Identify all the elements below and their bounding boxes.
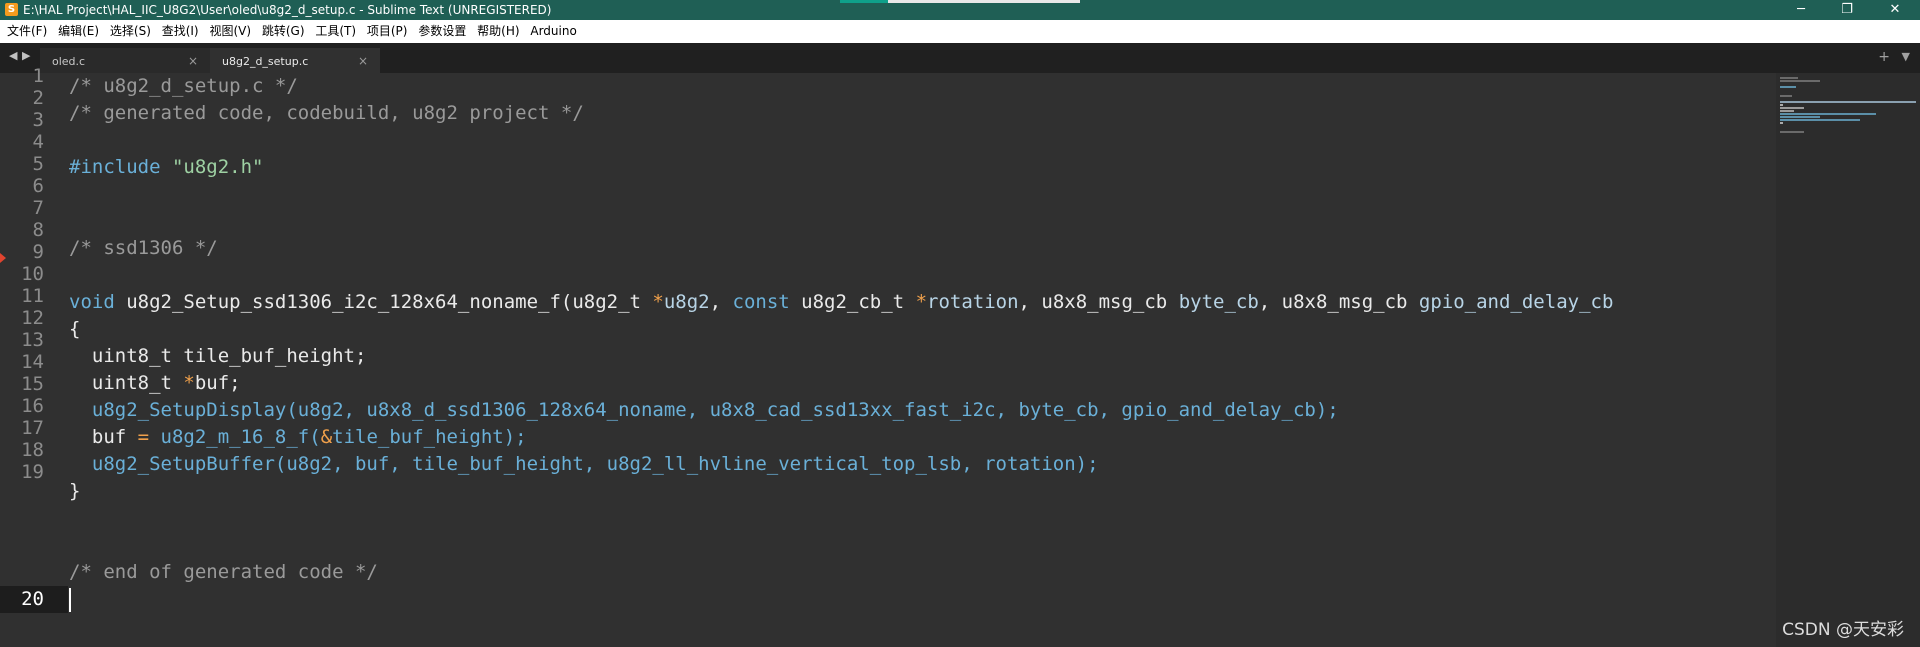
sublime-app-icon: S [5,3,18,16]
param-name: byte_cb [1178,291,1259,313]
minimap-line [1780,104,1783,106]
minimap-line [1780,110,1794,112]
param-name: rotation [927,291,1019,313]
code-line-1: /* u8g2_d_setup.c */ [69,75,298,97]
title-accent-right [888,0,1080,3]
keyword-const: const [732,291,790,313]
menu-help[interactable]: 帮助(H) [477,20,519,43]
code-line-12: uint8_t *buf; [69,370,241,397]
menu-project[interactable]: 项目(P) [367,20,408,43]
minimap-line [1780,131,1804,133]
code-token: ( [309,426,321,448]
menu-find[interactable]: 查找(I) [162,20,199,43]
code-line-2: /* generated code, codebuild, u8g2 proje… [69,102,584,124]
tab-label: u8g2_d_setup.c [222,55,309,68]
code-line-10: { [69,318,81,340]
code-token: tile_buf_height); [332,426,527,448]
minimap-line [1780,113,1876,115]
menu-view[interactable]: 视图(V) [209,20,251,43]
function-call: u8g2_m_16_8_f [149,426,310,448]
menu-bar: 文件(F) 编辑(E) 选择(S) 查找(I) 视图(V) 跳转(G) 工具(T… [0,20,1920,43]
code-token: (u8g2, u8x8_d_ssd1306_128x64_noname, u8x… [286,399,1339,421]
menu-file[interactable]: 文件(F) [7,20,47,43]
menu-edit[interactable]: 编辑(E) [58,20,99,43]
minimap-line [1780,86,1796,88]
tab-list-icon[interactable]: ▼ [1902,50,1910,63]
line-number-active: 20 [21,588,44,610]
code-line-9: void u8g2_Setup_ssd1306_i2c_128x64_nonam… [69,289,1613,316]
minimap-line [1780,77,1798,79]
code-token: , u8x8_msg_cb [1018,291,1179,313]
code-token: buf; [194,372,241,394]
code-line-13: u8g2_SetupDisplay(u8g2, u8x8_d_ssd1306_1… [69,397,1339,424]
function-name: u8g2_Setup_ssd1306_i2c_128x64_noname_f [114,291,561,313]
text-cursor [69,588,71,612]
minimap-line [1780,116,1820,118]
code-token: uint8_t [69,372,184,394]
tab-forward-icon[interactable]: ▶ [22,49,30,62]
tab-oled-c[interactable]: oled.c × [40,48,210,73]
code-line-4: #include "u8g2.h" [69,154,263,181]
minimap[interactable] [1776,73,1920,647]
minimize-button[interactable]: ─ [1778,0,1824,20]
pointer-operator: * [652,291,664,313]
keyword-void: void [69,291,115,313]
pointer-operator: * [183,372,195,394]
code-editor[interactable]: 1 2 3 4 5 6 7 8 9 10 11 12 13 14 15 16 1… [0,65,1776,647]
preprocessor-directive: #include [69,156,172,178]
code-line-14: buf = u8g2_m_16_8_f(&tile_buf_height); [69,424,527,451]
assign-operator: = [137,426,150,448]
minimap-line [1780,95,1792,97]
menu-preferences[interactable]: 参数设置 [418,20,466,43]
minimap-line [1780,101,1916,103]
include-string: "u8g2.h" [171,156,264,178]
minimap-line [1780,119,1860,121]
tab-u8g2-d-setup-c[interactable]: u8g2_d_setup.c × [210,48,380,73]
param-name: gpio_and_delay_cb [1418,291,1614,313]
title-bar: S E:\HAL Project\HAL_IIC_U8G2\User\oled\… [0,0,1920,20]
minimap-line [1780,107,1804,109]
code-line-19: /* end of generated code */ [69,561,378,583]
code-line-16: } [69,480,81,502]
code-token: , [709,291,733,313]
new-tab-icon[interactable]: + [1878,49,1890,65]
tab-bar: ◀ ▶ oled.c × u8g2_d_setup.c × + ▼ [0,43,1920,73]
pointer-operator: * [915,291,928,313]
code-token: (u8g2_t [560,291,653,313]
address-operator: & [320,426,333,448]
close-button[interactable]: ✕ [1872,0,1918,20]
function-call: u8g2_SetupBuffer [69,453,275,475]
menu-arduino[interactable]: Arduino [530,20,576,43]
menu-goto[interactable]: 跳转(G) [262,20,305,43]
line-number: 19 [21,461,44,483]
menu-selection[interactable]: 选择(S) [110,20,151,43]
tab-back-icon[interactable]: ◀ [9,49,17,62]
code-token: u8g2_cb_t [789,291,916,313]
function-call: u8g2_SetupDisplay [69,399,287,421]
code-token: (u8g2, buf, tile_buf_height, u8g2_ll_hvl… [274,453,1099,475]
minimap-line [1780,80,1820,82]
csdn-watermark: CSDN @天安彩 [1782,620,1904,640]
param-name: u8g2 [663,291,710,313]
code-token: , u8x8_msg_cb [1258,291,1419,313]
code-line-7: /* ssd1306 */ [69,237,218,259]
maximize-button[interactable]: ❐ [1824,0,1870,20]
code-token: buf [69,426,138,448]
window-title: E:\HAL Project\HAL_IIC_U8G2\User\oled\u8… [23,3,552,17]
title-accent-left [840,0,888,3]
tab-close-icon[interactable]: × [188,54,198,68]
minimap-line [1780,122,1783,124]
code-line-15: u8g2_SetupBuffer(u8g2, buf, tile_buf_hei… [69,451,1099,478]
tab-label: oled.c [52,55,86,68]
tab-close-icon[interactable]: × [358,54,368,68]
menu-tools[interactable]: 工具(T) [315,20,356,43]
code-line-11: uint8_t tile_buf_height; [69,345,367,367]
